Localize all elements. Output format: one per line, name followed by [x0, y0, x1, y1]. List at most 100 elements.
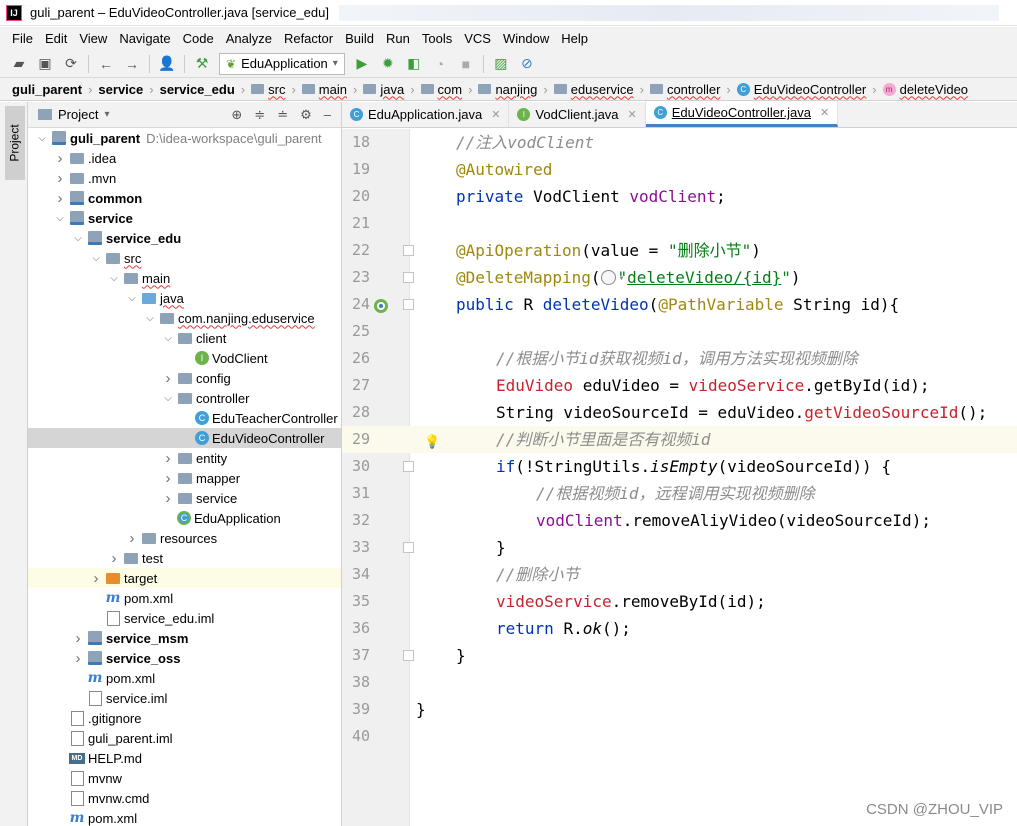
tree-item-service[interactable]: › service: [28, 488, 341, 508]
breadcrumb-item-java[interactable]: java: [363, 82, 404, 97]
tree-item-pom-xml[interactable]: m pom.xml: [28, 808, 341, 826]
tree-item-mvnw-cmd[interactable]: mvnw.cmd: [28, 788, 341, 808]
tree-item-idea[interactable]: › .idea: [28, 148, 341, 168]
code-editor[interactable]: 18 //注入vodClient 19 @Autowired 20 private Vod…: [342, 129, 1017, 826]
breadcrumb-item-service[interactable]: service: [98, 82, 143, 97]
chevron-right-icon[interactable]: ›: [72, 650, 84, 667]
endpoint-icon[interactable]: [372, 296, 390, 314]
project-panel-title[interactable]: Project: [58, 107, 98, 122]
menu-code[interactable]: Code: [177, 31, 220, 46]
tree-item-guli-parent[interactable]: ⌵ guli_parent D:\idea-workspace\guli_paren…: [28, 128, 341, 148]
menu-window[interactable]: Window: [497, 31, 555, 46]
locate-icon[interactable]: ⊕: [231, 107, 242, 123]
tree-item-vodclient[interactable]: I VodClient: [28, 348, 341, 368]
menu-refactor[interactable]: Refactor: [278, 31, 339, 46]
menu-run[interactable]: Run: [380, 31, 416, 46]
sync-icon[interactable]: ⟳: [62, 55, 80, 73]
fold-marker-icon[interactable]: [403, 650, 414, 661]
menu-analyze[interactable]: Analyze: [220, 31, 278, 46]
close-icon[interactable]: ✕: [820, 106, 829, 119]
breadcrumb-item-src[interactable]: src: [251, 82, 285, 97]
tree-item-eduapplication[interactable]: C EduApplication: [28, 508, 341, 528]
save-icon[interactable]: ▣: [36, 55, 54, 73]
tree-item-com-nanjing-eduservice[interactable]: ⌵ com.nanjing.eduservice: [28, 308, 341, 328]
tree-item-resources[interactable]: › resources: [28, 528, 341, 548]
chevron-down-icon[interactable]: ⌵: [54, 213, 66, 224]
chevron-right-icon[interactable]: ›: [162, 470, 174, 487]
monitor-icon[interactable]: ▨: [492, 55, 510, 73]
fold-marker-icon[interactable]: [403, 461, 414, 472]
hide-icon[interactable]: –: [324, 107, 331, 123]
profile-icon[interactable]: ◔: [431, 55, 449, 73]
close-icon[interactable]: ✕: [628, 108, 637, 121]
globe-icon[interactable]: [600, 265, 625, 292]
menu-tools[interactable]: Tools: [416, 31, 458, 46]
chevron-down-icon[interactable]: ⌵: [72, 233, 84, 244]
tree-item-entity[interactable]: › entity: [28, 448, 341, 468]
fold-marker-icon[interactable]: [403, 542, 414, 553]
tree-item-client[interactable]: ⌵ client: [28, 328, 341, 348]
tree-item-pom-xml[interactable]: m pom.xml: [28, 588, 341, 608]
expand-all-icon[interactable]: ≑: [254, 107, 265, 123]
tree-item-test[interactable]: › test: [28, 548, 341, 568]
tree-item-src[interactable]: ⌵ src: [28, 248, 341, 268]
collapse-all-icon[interactable]: ≐: [277, 107, 288, 123]
tree-item-pom-xml[interactable]: m pom.xml: [28, 668, 341, 688]
project-tool-tab[interactable]: Project: [5, 106, 25, 180]
breadcrumb-item-com[interactable]: com: [420, 82, 462, 97]
fold-marker-icon[interactable]: [403, 299, 414, 310]
tree-item-guli-parent-iml[interactable]: guli_parent.iml: [28, 728, 341, 748]
menu-vcs[interactable]: VCS: [458, 31, 497, 46]
breadcrumb-item-eduvideocontroller[interactable]: C EduVideoController: [736, 82, 866, 97]
tree-item-controller[interactable]: ⌵ controller: [28, 388, 341, 408]
lightbulb-icon[interactable]: 💡: [424, 429, 440, 456]
tree-item-config[interactable]: › config: [28, 368, 341, 388]
tree-item-service-iml[interactable]: service.iml: [28, 688, 341, 708]
open-folder-icon[interactable]: ▰: [10, 55, 28, 73]
breadcrumb-item-eduservice[interactable]: eduservice: [553, 82, 634, 97]
chevron-down-icon[interactable]: ⌵: [162, 393, 174, 404]
chevron-right-icon[interactable]: ›: [108, 550, 120, 567]
tree-item-common[interactable]: › common: [28, 188, 341, 208]
back-icon[interactable]: ←: [97, 55, 115, 73]
breadcrumb-item-guli-parent[interactable]: guli_parent: [12, 82, 82, 97]
menu-file[interactable]: File: [6, 31, 39, 46]
run-icon[interactable]: ▶: [353, 55, 371, 73]
tree-item-help-md[interactable]: MD HELP.md: [28, 748, 341, 768]
chevron-right-icon[interactable]: ›: [72, 630, 84, 647]
menu-navigate[interactable]: Navigate: [113, 31, 176, 46]
chevron-down-icon[interactable]: ⌵: [36, 133, 48, 144]
menu-help[interactable]: Help: [555, 31, 594, 46]
breadcrumb-item-service-edu[interactable]: service_edu: [160, 82, 235, 97]
chevron-right-icon[interactable]: ›: [162, 450, 174, 467]
tree-item-mvnw[interactable]: mvnw: [28, 768, 341, 788]
chevron-down-icon[interactable]: ⌵: [90, 253, 102, 264]
no-entry-icon[interactable]: ⊘: [518, 55, 536, 73]
tree-item-service-oss[interactable]: › service_oss: [28, 648, 341, 668]
tree-item-eduvideocontroller[interactable]: C EduVideoController: [28, 428, 341, 448]
tree-item-service-edu-iml[interactable]: service_edu.iml: [28, 608, 341, 628]
stop-icon[interactable]: ■: [457, 55, 475, 73]
chevron-right-icon[interactable]: ›: [126, 530, 138, 547]
tree-item-service-edu[interactable]: ⌵ service_edu: [28, 228, 341, 248]
chevron-down-icon[interactable]: ⌵: [108, 273, 120, 284]
menu-edit[interactable]: Edit: [39, 31, 73, 46]
tree-item-target[interactable]: › target: [28, 568, 341, 588]
tree-item-mvn[interactable]: › .mvn: [28, 168, 341, 188]
build-hammer-icon[interactable]: ⚒: [193, 55, 211, 73]
breadcrumb-item-controller[interactable]: controller: [649, 82, 720, 97]
breadcrumb-item-main[interactable]: main: [301, 82, 347, 97]
forward-icon[interactable]: →: [123, 55, 141, 73]
coverage-icon[interactable]: ◧: [405, 55, 423, 73]
chevron-right-icon[interactable]: ›: [54, 150, 66, 167]
gear-icon[interactable]: ⚙: [300, 107, 312, 123]
tree-item-eduteachercontroller[interactable]: C EduTeacherController: [28, 408, 341, 428]
tree-item-service-msm[interactable]: › service_msm: [28, 628, 341, 648]
chevron-down-icon[interactable]: ▾: [104, 109, 109, 120]
fold-marker-icon[interactable]: [403, 245, 414, 256]
close-icon[interactable]: ✕: [491, 108, 500, 121]
fold-marker-icon[interactable]: [403, 272, 414, 283]
tree-item-service[interactable]: ⌵ service: [28, 208, 341, 228]
menu-build[interactable]: Build: [339, 31, 380, 46]
chevron-down-icon[interactable]: ⌵: [126, 293, 138, 304]
